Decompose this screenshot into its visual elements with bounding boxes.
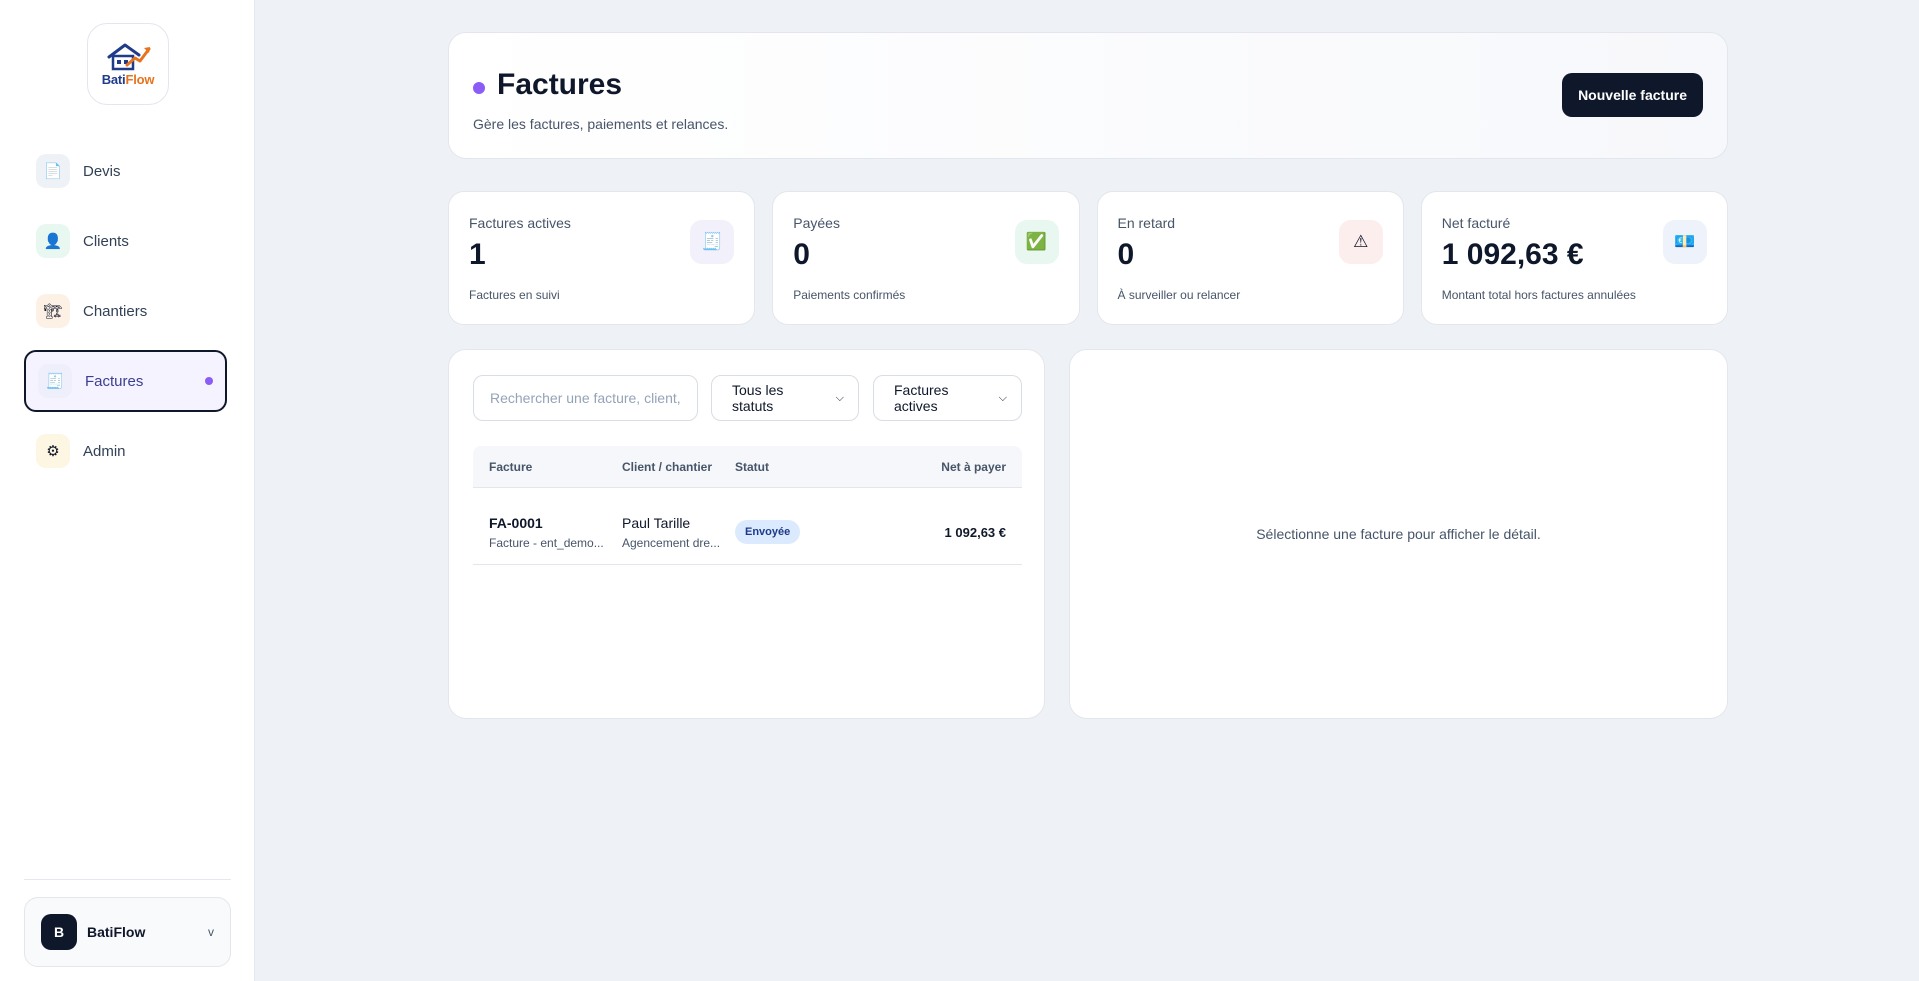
page-title: Factures <box>497 68 623 101</box>
document-icon: 📄 <box>36 154 70 188</box>
stat-desc: Paiements confirmés <box>793 288 906 302</box>
invoice-detail-panel: Sélectionne une facture pour afficher le… <box>1069 349 1728 719</box>
sidebar-item-clients[interactable]: 👤 Clients <box>24 210 227 272</box>
stat-desc: À surveiller ou relancer <box>1117 288 1241 302</box>
sidebar: BatiFlow 📄 Devis 👤 Clients 🏗 Chantiers 🧾… <box>0 0 255 981</box>
chevron-down-icon: ⌵ <box>835 391 844 404</box>
page-header: Factures Gère les factures, paiements et… <box>448 32 1728 159</box>
stat-card-net: Net facturé 1 092,63 € Montant total hor… <box>1420 191 1728 325</box>
sidebar-item-factures[interactable]: 🧾 Factures <box>24 350 227 412</box>
account-name: BatiFlow <box>87 924 146 940</box>
sidebar-item-label: Admin <box>83 442 126 460</box>
logo-text: BatiFlow <box>102 72 155 87</box>
logo-text-part1: Bati <box>101 72 126 87</box>
check-icon: ✅ <box>1014 220 1059 264</box>
column-header-net[interactable]: Net à payer <box>941 460 1006 474</box>
status-filter-select[interactable]: Tous les statuts ⌵ <box>711 375 859 421</box>
stat-card-late: En retard 0 À surveiller ou relancer ⚠ <box>1096 191 1404 325</box>
title-dot <box>473 82 485 94</box>
table-header: Facture Client / chantier Statut Net à p… <box>473 446 1022 488</box>
stat-value: 1 <box>469 238 486 271</box>
active-indicator-dot <box>205 377 213 385</box>
invoice-subtitle: Facture - ent_demo... <box>489 536 604 550</box>
account-menu[interactable]: B BatiFlow v <box>24 897 231 967</box>
app-logo[interactable]: BatiFlow <box>87 23 169 105</box>
column-header-facture[interactable]: Facture <box>489 460 532 474</box>
status-badge: Envoyée <box>735 520 801 544</box>
invoice-number: FA-0001 <box>489 515 543 531</box>
sidebar-item-devis[interactable]: 📄 Devis <box>24 140 227 202</box>
sidebar-item-admin[interactable]: ⚙ Admin <box>24 420 227 482</box>
stat-value: 0 <box>1117 238 1135 271</box>
status-filter-value: Tous les statuts <box>732 382 784 414</box>
gear-icon: ⚙ <box>36 434 70 468</box>
stat-title: En retard <box>1117 215 1176 231</box>
new-invoice-button[interactable]: Nouvelle facture <box>1562 73 1703 117</box>
search-input[interactable] <box>473 375 698 421</box>
sidebar-item-label: Chantiers <box>83 302 148 320</box>
stat-desc: Montant total hors factures annulées <box>1441 288 1636 302</box>
chevron-down-icon: ⌵ <box>998 391 1007 404</box>
sidebar-item-label: Factures <box>85 372 144 390</box>
client-name: Paul Tarille <box>622 515 691 531</box>
stat-value: 0 <box>793 238 810 271</box>
invoice-icon: 🧾 <box>38 364 72 398</box>
house-chart-icon <box>107 43 151 71</box>
stat-title: Net facturé <box>1441 215 1511 231</box>
column-header-client[interactable]: Client / chantier <box>622 460 712 474</box>
sidebar-item-label: Devis <box>83 162 121 180</box>
invoice-list-panel: Tous les statuts ⌵ Factures actives ⌵ Fa… <box>448 349 1045 719</box>
crane-icon: 🏗 <box>36 294 70 328</box>
chevron-down-icon: v <box>208 925 214 939</box>
sidebar-divider <box>24 879 231 880</box>
sidebar-item-label: Clients <box>83 232 129 250</box>
page-subtitle: Gère les factures, paiements et relances… <box>473 116 729 132</box>
warning-icon: ⚠ <box>1338 220 1383 264</box>
avatar: B <box>41 914 77 950</box>
logo-text-part2: Flow <box>125 72 155 87</box>
money-icon: 💶 <box>1663 220 1707 264</box>
sidebar-nav: 📄 Devis 👤 Clients 🏗 Chantiers 🧾 Factures… <box>24 140 227 490</box>
stat-title: Payées <box>793 215 840 231</box>
stat-desc: Factures en suivi <box>469 288 560 302</box>
invoice-icon: 🧾 <box>690 220 735 264</box>
stat-card-paid: Payées 0 Paiements confirmés ✅ <box>772 191 1080 325</box>
scope-filter-value: Factures actives <box>894 382 949 414</box>
user-icon: 👤 <box>36 224 70 258</box>
chantier-name: Agencement dre... <box>622 536 721 550</box>
scope-filter-select[interactable]: Factures actives ⌵ <box>873 375 1022 421</box>
net-amount: 1 092,63 € <box>944 525 1006 540</box>
stats-row: Factures actives 1 Factures en suivi 🧾 P… <box>448 191 1728 325</box>
column-header-statut[interactable]: Statut <box>735 460 769 474</box>
table-row[interactable]: FA-0001 Facture - ent_demo... Paul Taril… <box>473 488 1022 565</box>
sidebar-item-chantiers[interactable]: 🏗 Chantiers <box>24 280 227 342</box>
empty-state-text: Sélectionne une facture pour afficher le… <box>1256 526 1541 542</box>
stat-title: Factures actives <box>469 215 571 231</box>
stat-card-active: Factures actives 1 Factures en suivi 🧾 <box>448 191 756 325</box>
stat-value: 1 092,63 € <box>1441 238 1584 271</box>
